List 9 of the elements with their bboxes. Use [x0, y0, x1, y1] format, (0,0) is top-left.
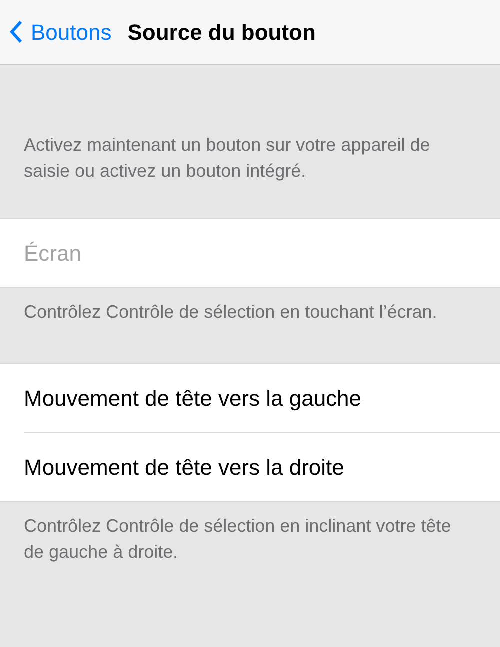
list-row-text: Écran: [23, 240, 82, 268]
screen-title: Source du bouton: [128, 18, 316, 46]
chevron-left-icon: [10, 20, 23, 44]
intro-text: Activez maintenant un bouton sur votre appareil de saisie ou activez un bouton intégré.: [23, 134, 432, 183]
list-row[interactable]: Mouvement de tête vers la gauche: [0, 364, 500, 432]
footer-text: Contrôlez Contrôle de sélection en touchant l’écran.: [23, 301, 438, 324]
back-button[interactable]: Boutons: [0, 16, 112, 48]
list-row[interactable]: Mouvement de tête vers la droite: [0, 433, 500, 501]
footer-text: Contrôlez Contrôle de sélection en inclinant votre tête de gauche à droite.: [23, 515, 452, 564]
